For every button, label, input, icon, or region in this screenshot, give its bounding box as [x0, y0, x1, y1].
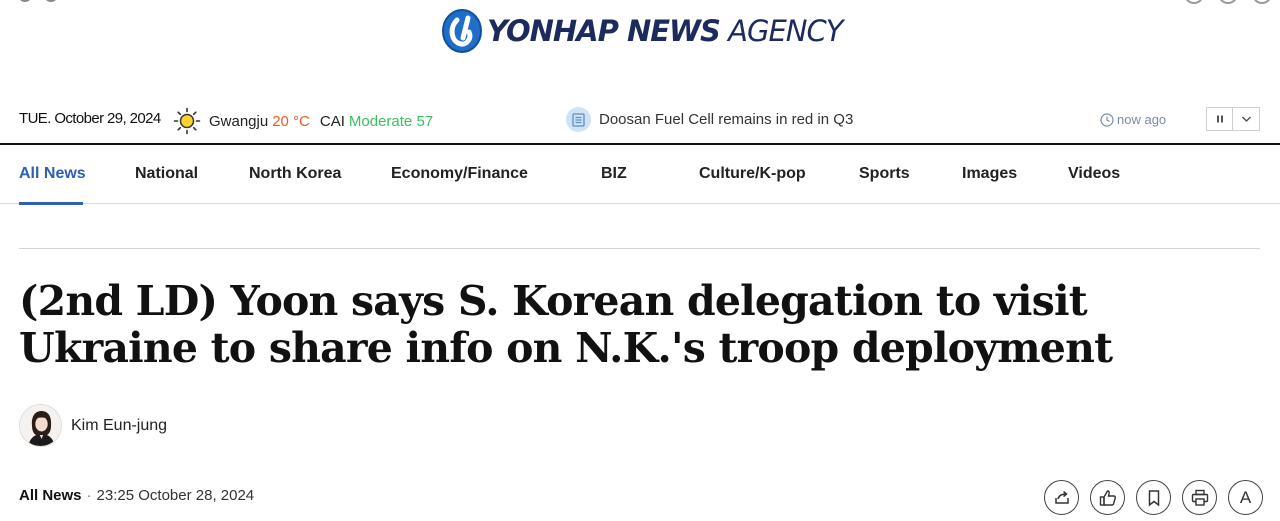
cai-value: Moderate 57: [348, 112, 434, 130]
ticker-headline[interactable]: Doosan Fuel Cell remains in red in Q3: [599, 111, 853, 128]
author-avatar: [19, 404, 62, 447]
article-actions: A: [1044, 480, 1263, 515]
meta-separator: ·: [86, 487, 92, 504]
article-timestamp: 23:25 October 28, 2024: [96, 487, 255, 504]
nav-item-videos[interactable]: Videos: [1068, 165, 1120, 183]
nav-item-biz[interactable]: BIZ: [601, 165, 627, 183]
ticker-time: now ago: [1100, 112, 1166, 127]
logo-bold-text: YONHAP NEWS: [487, 14, 721, 48]
main-nav: All News National North Korea Economy/Fi…: [0, 143, 1280, 205]
logo-light-text: AGENCY: [728, 14, 843, 48]
author-name[interactable]: Kim Eun-jung: [71, 417, 167, 435]
share-button[interactable]: [1044, 480, 1079, 515]
pause-icon[interactable]: [1206, 107, 1233, 131]
divider: [19, 248, 1260, 249]
yonhap-logo-icon: [442, 9, 482, 53]
sun-icon: [173, 107, 201, 135]
like-button[interactable]: [1090, 480, 1125, 515]
info-bar: TUE. October 29, 2024 Gwangju 20 °C CAI …: [0, 100, 1280, 142]
top-left-controls[interactable]: [18, 0, 160, 2]
font-size-button[interactable]: A: [1228, 480, 1263, 515]
weather-temperature: 20 °C: [272, 112, 310, 130]
font-size-icon: A: [1239, 487, 1252, 507]
top-right-controls[interactable]: [1184, 0, 1272, 4]
print-button[interactable]: [1182, 480, 1217, 515]
news-ticker[interactable]: Doosan Fuel Cell remains in red in Q3: [566, 107, 853, 132]
weather-city: Gwangju: [209, 112, 269, 130]
logo-wordmark: YONHAP NEWS AGENCY: [487, 14, 843, 48]
yonhap-logo[interactable]: YONHAP NEWS AGENCY: [441, 6, 843, 56]
share-icon: [1054, 490, 1069, 504]
time-ago-text: now ago: [1117, 112, 1167, 127]
chevron-down-icon[interactable]: [1233, 107, 1260, 131]
bookmark-button[interactable]: [1136, 480, 1171, 515]
nav-item-north-korea[interactable]: North Korea: [249, 165, 341, 183]
ticker-controls: [1206, 107, 1260, 131]
byline[interactable]: Kim Eun-jung: [19, 404, 167, 447]
clock-icon: [1100, 112, 1114, 127]
article-headline: (2nd LD) Yoon says S. Korean delegation …: [19, 277, 1113, 372]
nav-item-images[interactable]: Images: [962, 165, 1017, 183]
like-icon: [1099, 489, 1116, 506]
article-meta: All News · 23:25 October 28, 2024: [19, 487, 254, 504]
cai-label: CAI: [319, 112, 345, 130]
nav-item-economy-finance[interactable]: Economy/Finance: [391, 165, 528, 183]
weather-widget[interactable]: Gwangju 20 °C CAI Moderate 57: [173, 107, 433, 135]
current-date: TUE. October 29, 2024: [19, 110, 161, 127]
nav-item-sports[interactable]: Sports: [859, 165, 910, 183]
article-section[interactable]: All News: [19, 487, 82, 504]
nav-item-all-news[interactable]: All News: [19, 165, 86, 183]
print-icon: [1191, 489, 1208, 506]
bookmark-icon: [1148, 489, 1159, 507]
document-icon: [566, 107, 591, 132]
nav-item-culture-kpop[interactable]: Culture/K-pop: [699, 165, 806, 183]
nav-item-national[interactable]: National: [135, 165, 198, 183]
active-tab-indicator: [19, 202, 83, 205]
header: YONHAP NEWS AGENCY: [0, 0, 1280, 70]
